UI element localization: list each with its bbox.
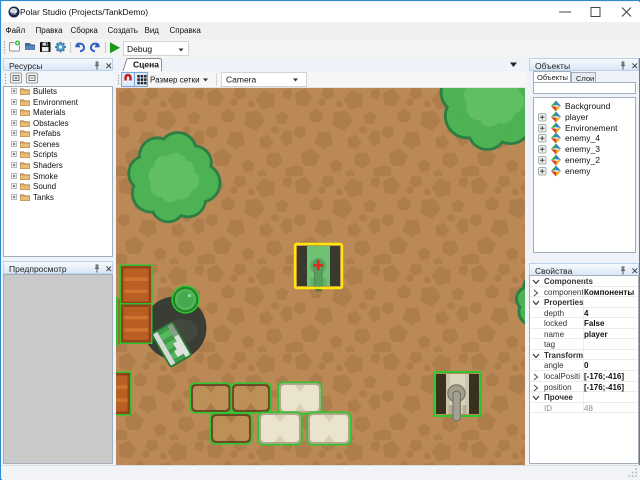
svg-text:Сцена: Сцена	[133, 60, 159, 70]
svg-text:Camera: Camera	[226, 75, 257, 85]
svg-text:Размер сетки: Размер сетки	[150, 76, 200, 85]
